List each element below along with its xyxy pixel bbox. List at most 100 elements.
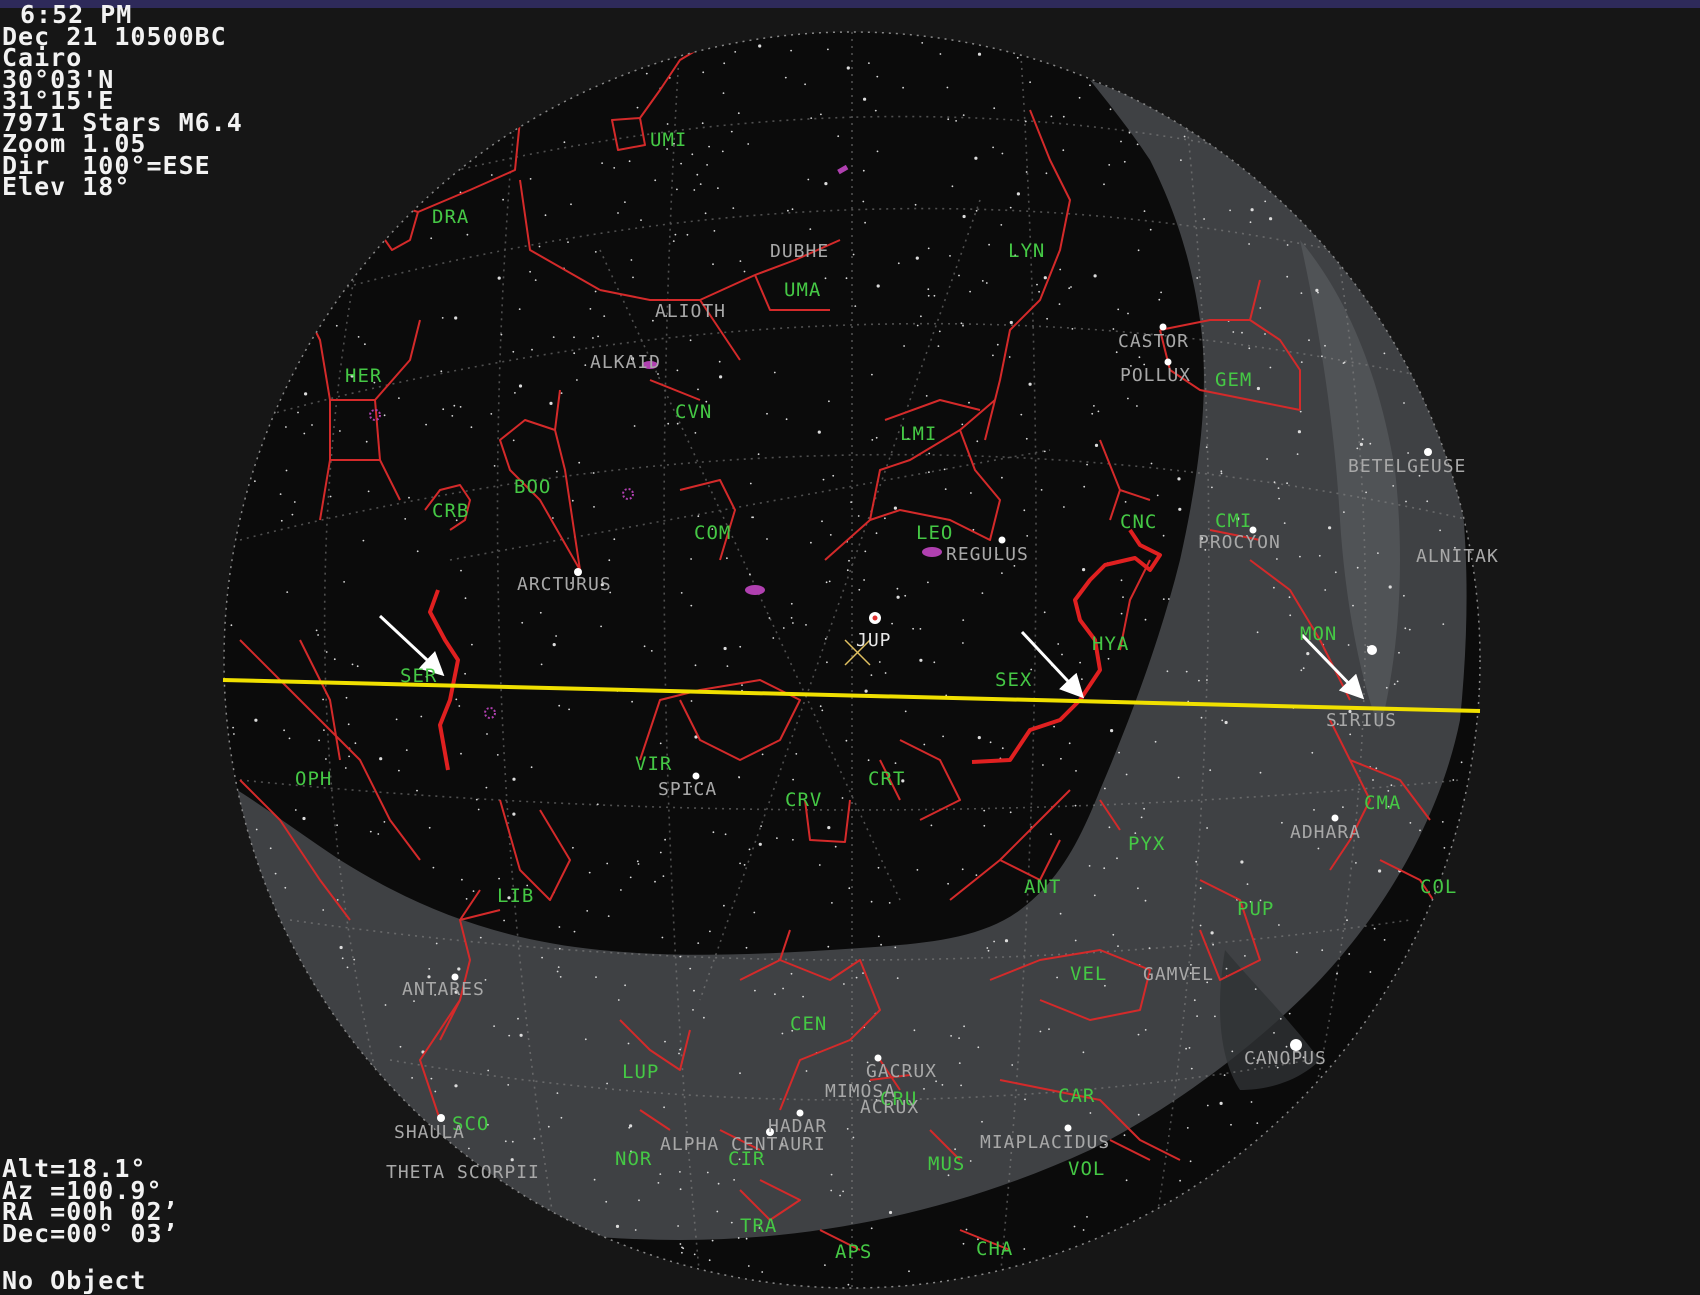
background-star <box>987 949 990 952</box>
background-star <box>1254 988 1257 990</box>
background-star <box>434 1090 437 1093</box>
background-star <box>868 62 870 64</box>
background-star <box>1383 352 1386 355</box>
background-star <box>743 864 746 866</box>
background-star <box>1120 579 1123 582</box>
background-star <box>1039 1030 1042 1033</box>
background-star <box>1042 764 1044 766</box>
background-star <box>1078 96 1081 99</box>
background-star <box>1036 283 1038 286</box>
background-star <box>880 943 882 946</box>
background-star <box>734 51 737 53</box>
background-star <box>1318 554 1321 557</box>
background-star <box>1125 1179 1128 1182</box>
background-star <box>1385 686 1388 689</box>
background-star <box>593 1178 596 1181</box>
background-star <box>790 49 792 52</box>
background-star <box>706 164 708 166</box>
background-star <box>353 958 356 961</box>
background-star <box>432 866 435 869</box>
background-star <box>1306 652 1310 656</box>
background-star <box>739 862 741 865</box>
star-label-gacrux: GACRUX <box>866 1061 937 1082</box>
background-star <box>1180 159 1182 162</box>
background-star <box>1128 131 1131 134</box>
constellation-label-aps: APS <box>835 1241 872 1263</box>
background-star <box>460 752 462 755</box>
background-star <box>1013 565 1016 567</box>
background-star <box>739 645 742 648</box>
background-star <box>724 833 727 836</box>
background-star <box>1177 477 1181 481</box>
background-star <box>1321 949 1324 952</box>
background-star <box>1259 771 1262 774</box>
background-star <box>464 597 467 600</box>
constellation-label-tra: TRA <box>740 1215 777 1237</box>
background-star <box>1393 683 1396 685</box>
background-star <box>1259 307 1262 309</box>
background-star <box>716 1210 719 1213</box>
background-star <box>283 729 285 732</box>
background-star <box>504 1140 507 1143</box>
background-star <box>1206 679 1208 681</box>
background-star <box>530 766 533 769</box>
star-label-jupiter[interactable]: JUP <box>856 630 892 651</box>
background-star <box>791 208 794 211</box>
background-star <box>1266 458 1268 460</box>
background-star <box>555 635 557 637</box>
background-star <box>1001 476 1003 479</box>
background-star <box>254 718 258 722</box>
background-star <box>302 816 306 821</box>
background-star <box>1286 482 1288 485</box>
background-star <box>1117 945 1119 947</box>
background-star <box>1407 452 1409 454</box>
background-star <box>485 786 488 789</box>
background-star <box>503 919 505 922</box>
background-star <box>1116 857 1118 860</box>
constellation-label-cmi: CMI <box>1215 510 1252 532</box>
background-star <box>514 392 516 394</box>
constellation-label-car: CAR <box>1058 1085 1095 1107</box>
background-star <box>470 426 473 429</box>
background-star <box>1073 1225 1076 1228</box>
background-star <box>958 1037 960 1039</box>
background-star <box>1029 81 1031 84</box>
background-star <box>336 824 338 827</box>
background-star <box>317 634 319 636</box>
background-star <box>709 930 711 933</box>
background-star <box>819 705 822 708</box>
background-star <box>774 993 776 996</box>
background-star <box>1388 585 1392 589</box>
background-star <box>285 469 288 472</box>
background-star <box>404 518 407 520</box>
background-star <box>595 976 597 978</box>
background-star <box>420 715 423 718</box>
background-star <box>846 569 849 572</box>
background-star <box>737 112 740 115</box>
background-star <box>1460 761 1463 764</box>
background-star <box>654 179 657 182</box>
constellation-label-uma: UMA <box>784 279 821 301</box>
background-star <box>1321 355 1323 358</box>
background-star <box>297 411 299 414</box>
background-star <box>863 579 865 581</box>
background-star <box>1264 200 1267 203</box>
background-star <box>1378 869 1382 873</box>
background-star <box>468 1147 470 1150</box>
background-star <box>676 188 678 191</box>
background-star <box>322 698 324 701</box>
background-star <box>335 324 338 327</box>
background-star <box>556 1092 559 1094</box>
background-star <box>1023 1248 1026 1250</box>
background-star <box>645 72 648 75</box>
background-star <box>1240 860 1244 864</box>
background-star <box>1246 883 1249 885</box>
star-label-betelgeuse: BETELGEUSE <box>1348 456 1466 477</box>
background-star <box>679 1188 682 1191</box>
background-star <box>950 1035 952 1037</box>
background-star <box>1283 522 1286 524</box>
background-star <box>1136 143 1139 146</box>
background-star <box>459 406 462 408</box>
sky-chart[interactable]: UMI DRA LYN UMA HER GEM CVN LMI CRB BOO … <box>0 0 1700 1289</box>
background-star <box>804 83 806 86</box>
